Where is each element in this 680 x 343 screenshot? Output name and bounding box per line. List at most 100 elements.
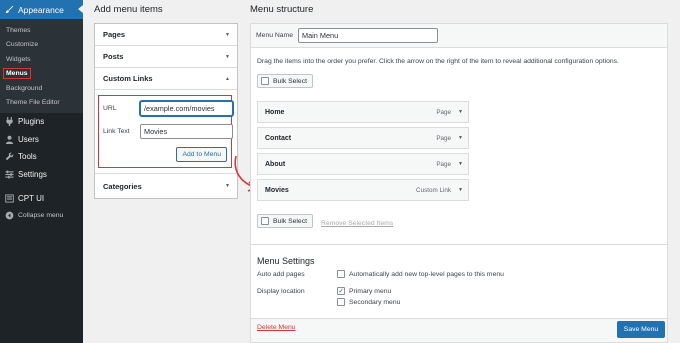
bulk-select-checkbox[interactable]	[261, 77, 269, 85]
bulk-select-label: Bulk Select	[273, 217, 308, 225]
triangle-down-icon[interactable]: ▼	[458, 109, 463, 115]
menu-item-title: About	[265, 160, 286, 168]
collapse-icon	[0, 211, 18, 220]
menu-appearance[interactable]: Appearance	[0, 0, 83, 19]
menu-structure-heading: Menu structure	[250, 4, 314, 15]
menu-tools-label: Tools	[18, 152, 37, 161]
paintbrush-icon	[0, 5, 18, 14]
menu-item-title: Home	[265, 108, 285, 116]
accordion-categories-label: Categories	[103, 181, 142, 191]
menu-item-type: Page ▼	[436, 135, 463, 142]
submenu-theme-file-editor[interactable]: Theme File Editor	[0, 96, 83, 111]
auto-add-option-label: Automatically add new top-level pages to…	[349, 270, 504, 278]
footer-bar	[251, 318, 667, 342]
auto-add-option[interactable]: Automatically add new top-level pages to…	[337, 270, 504, 278]
menu-name-input[interactable]: Main Menu	[298, 28, 439, 43]
submenu-themes[interactable]: Themes	[0, 23, 83, 38]
wrench-icon	[0, 152, 18, 161]
menu-settings-title: Menu Settings	[257, 256, 315, 266]
triangle-down-icon: ▼	[225, 53, 230, 60]
menu-settings[interactable]: Settings	[0, 166, 83, 183]
accordion-pages-label: Pages	[103, 30, 126, 39]
remove-selected-link[interactable]: Remove Selected Items	[321, 220, 393, 227]
menu-item-type: Page ▼	[436, 109, 463, 116]
link-text-label: Link Text	[103, 128, 130, 135]
bulk-select-top[interactable]: Bulk Select	[257, 74, 314, 88]
menu-item-title: Contact	[265, 134, 292, 142]
menu-item-about[interactable]: About Page ▼	[257, 153, 469, 175]
auto-add-checkbox[interactable]	[337, 270, 345, 278]
submenu-menus-label: Menus	[3, 68, 31, 80]
secondary-menu-label: Secondary menu	[349, 298, 401, 306]
accordion-categories[interactable]: Categories ▼	[95, 174, 237, 198]
secondary-menu-checkbox[interactable]	[337, 298, 345, 306]
menu-item-type-label: Page	[436, 108, 452, 116]
accordion-pages[interactable]: Pages ▼	[95, 24, 237, 46]
menu-cpt-ui-label: CPT UI	[18, 194, 45, 203]
menu-item-title: Movies	[265, 186, 289, 194]
menu-item-type: Custom Link ▼	[416, 187, 463, 194]
triangle-down-icon: ▼	[225, 31, 230, 38]
menu-users-label: Users	[18, 135, 39, 144]
drag-instructions: Drag the items into the order you prefer…	[257, 58, 619, 65]
menu-name-label: Menu Name	[256, 32, 294, 39]
add-to-menu-button[interactable]: Add to Menu	[176, 147, 227, 162]
menu-item-movies[interactable]: Movies Custom Link ▼	[257, 179, 469, 201]
divider	[251, 244, 667, 245]
accordion-posts[interactable]: Posts ▼	[95, 46, 237, 68]
submenu-background[interactable]: Background	[0, 81, 83, 96]
triangle-down-icon[interactable]: ▼	[458, 135, 463, 141]
link-text-row: Link Text Movies	[103, 124, 233, 139]
bulk-select-checkbox[interactable]	[261, 217, 269, 225]
custom-links-body: URL /example.com/movies Link Text Movies…	[95, 90, 237, 174]
save-menu-button[interactable]: Save Menu	[617, 321, 665, 338]
menu-users[interactable]: Users	[0, 131, 83, 148]
menu-item-home[interactable]: Home Page ▼	[257, 101, 469, 123]
custom-links-highlight: URL /example.com/movies Link Text Movies…	[98, 95, 233, 168]
menu-settings-label: Settings	[18, 170, 47, 179]
url-label: URL	[103, 105, 117, 112]
admin-sidebar: Appearance Themes Customize Widgets Menu…	[0, 0, 83, 343]
menu-plugins[interactable]: Plugins	[0, 113, 83, 130]
add-menu-items-heading: Add menu items	[94, 4, 163, 15]
submenu-widgets[interactable]: Widgets	[0, 52, 83, 67]
menu-item-contact[interactable]: Contact Page ▼	[257, 127, 469, 149]
menu-structure-panel: Menu Name Main Menu Drag the items into …	[250, 23, 668, 343]
url-input[interactable]: /example.com/movies	[140, 101, 233, 116]
primary-menu-label: Primary menu	[349, 287, 392, 295]
bulk-select-label: Bulk Select	[273, 77, 308, 85]
menu-item-type-label: Custom Link	[416, 186, 452, 194]
collapse-menu-label: Collapse menu	[18, 212, 64, 219]
accordion-custom-links-label: Custom Links	[103, 74, 153, 83]
primary-menu-checkbox[interactable]	[337, 287, 345, 295]
url-row: URL /example.com/movies	[103, 101, 233, 116]
cpt-ui-icon	[0, 194, 18, 203]
triangle-down-icon[interactable]: ▼	[458, 187, 463, 193]
accordion-custom-links[interactable]: Custom Links ▲	[95, 68, 237, 90]
menu-cpt-ui[interactable]: CPT UI	[0, 190, 83, 207]
auto-add-label: Auto add pages	[257, 271, 305, 278]
menu-name-bar: Menu Name Main Menu	[251, 24, 667, 48]
menu-tools[interactable]: Tools	[0, 148, 83, 165]
accordion-posts-label: Posts	[103, 52, 124, 61]
bulk-select-bottom[interactable]: Bulk Select	[257, 214, 314, 228]
submenu-customize[interactable]: Customize	[0, 38, 83, 53]
appearance-submenu: Themes Customize Widgets Menus Backgroun…	[0, 19, 83, 113]
users-icon	[0, 135, 18, 144]
secondary-menu-option[interactable]: Secondary menu	[337, 298, 400, 306]
display-location-label: Display location	[257, 288, 305, 295]
menu-appearance-label: Appearance	[18, 4, 64, 15]
triangle-down-icon[interactable]: ▼	[458, 161, 463, 167]
link-text-input[interactable]: Movies	[140, 124, 233, 139]
menu-item-type: Page ▼	[436, 161, 463, 168]
primary-menu-option[interactable]: Primary menu	[337, 287, 391, 295]
submenu-menus[interactable]: Menus	[0, 67, 83, 82]
sliders-icon	[0, 170, 18, 179]
menu-item-type-label: Page	[436, 134, 452, 142]
delete-menu-link[interactable]: Delete Menu	[257, 324, 296, 331]
menu-plugins-label: Plugins	[18, 117, 45, 126]
add-menu-items-panel: Pages ▼ Posts ▼ Custom Links ▲ URL /exam…	[94, 23, 238, 199]
triangle-up-icon: ▲	[225, 75, 230, 82]
collapse-menu-button[interactable]: Collapse menu	[0, 207, 83, 224]
menu-item-type-label: Page	[436, 160, 452, 168]
